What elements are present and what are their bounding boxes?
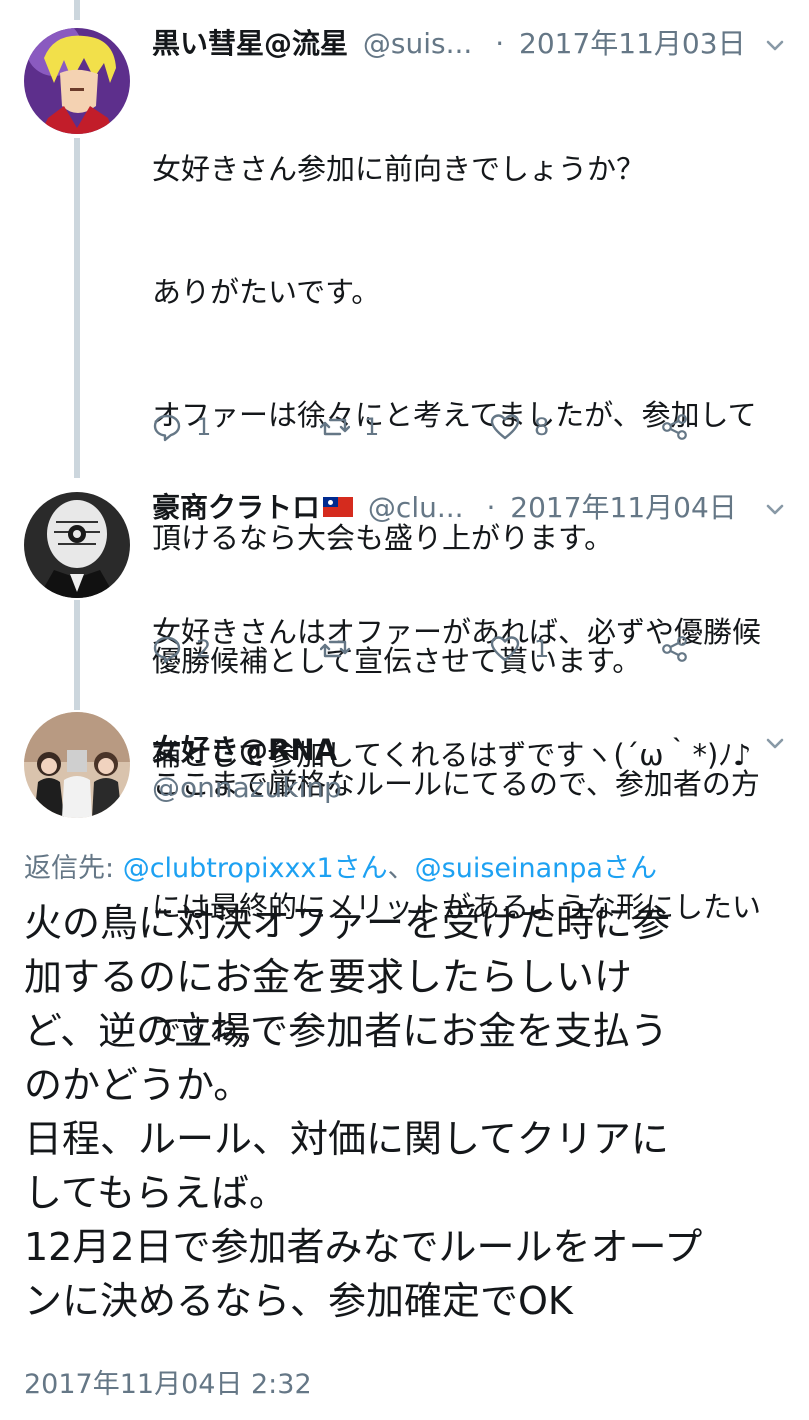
like-count: 8 xyxy=(534,413,550,441)
share-button[interactable] xyxy=(660,407,690,447)
author-name[interactable]: 豪商クラトロ xyxy=(152,491,320,524)
avatar-gousho-kuratoro[interactable] xyxy=(24,492,130,598)
tweet-date[interactable]: 2017年11月04日 xyxy=(510,491,737,524)
reply-count: 1 xyxy=(196,413,212,441)
chevron-down-icon[interactable] xyxy=(761,730,789,758)
tweet-actions: 2 1 xyxy=(152,629,712,669)
reply-icon xyxy=(153,636,181,664)
main-tweet-line: ど、逆の立場で参加者にお金を支払う xyxy=(24,1009,669,1053)
reply-to-line: 返信先: @clubtropixxx1さん、@suiseinanpaさん xyxy=(24,846,657,885)
author-handle[interactable]: @suis... xyxy=(363,27,472,60)
main-tweet-line: のかどうか。 xyxy=(24,1063,252,1107)
tweet-actions: 1 1 8 xyxy=(152,407,712,447)
tweet-line: ありがたいです。 xyxy=(152,275,381,309)
main-author-handle[interactable]: @onnazukinp xyxy=(152,771,342,804)
reply-button[interactable]: 2 xyxy=(152,629,211,669)
main-tweet-timestamp: 2017年11月04日 2:32 xyxy=(24,1369,312,1400)
like-button[interactable]: 1 xyxy=(490,629,549,669)
reply-count: 2 xyxy=(196,635,212,663)
main-tweet-line: ンに決めるなら、参加確定でOK xyxy=(24,1279,573,1323)
thread-line-1 xyxy=(74,138,80,478)
main-tweet-body: 火の鳥に対決オファーを受けた時に参 加するのにお金を要求したらしいけ ど、逆の立… xyxy=(24,896,804,1328)
taiwan-flag-icon xyxy=(323,497,354,517)
avatar-onnazuki[interactable] xyxy=(24,712,130,818)
reply-icon xyxy=(153,414,181,442)
reply-to-separator: 、 xyxy=(387,853,415,884)
heart-icon xyxy=(490,414,520,440)
author-handle[interactable]: @clu... xyxy=(368,491,464,524)
avatar-kuroi-suisei[interactable] xyxy=(24,28,130,134)
separator-dot: · xyxy=(486,491,496,524)
main-tweet-line: 12月2日で参加者みなでルールをオープ xyxy=(24,1225,703,1269)
author-name[interactable]: 黒い彗星@流星 xyxy=(152,27,348,60)
thread-line-top xyxy=(74,0,80,20)
reply-button[interactable]: 1 xyxy=(152,407,211,447)
retweet-icon xyxy=(320,640,350,658)
like-count: 1 xyxy=(534,635,550,663)
main-tweet-line: 加するのにお金を要求したらしいけ xyxy=(24,955,633,999)
tweet-line: 女好きさん参加に前向きでしょうか？ xyxy=(152,152,646,186)
mention-link[interactable]: @suiseinanpaさん xyxy=(415,853,657,884)
retweet-button[interactable] xyxy=(320,629,364,669)
share-icon xyxy=(662,636,687,662)
chevron-down-icon[interactable] xyxy=(761,32,789,60)
main-tweet-line: してもらえば。 xyxy=(24,1171,287,1215)
main-author-name[interactable]: 女好き@RNA xyxy=(152,727,337,769)
tweet-header: 黒い彗星@流星 @suis... · 2017年11月03日 xyxy=(152,22,746,66)
main-tweet-line: 日程、ルール、対価に関してクリアに xyxy=(24,1117,669,1161)
retweet-count: 1 xyxy=(364,413,380,441)
mention-link[interactable]: @clubtropixxx1さん xyxy=(123,853,388,884)
main-tweet-line: 火の鳥に対決オファーを受けた時に参 xyxy=(24,901,671,945)
tweet-date[interactable]: 2017年11月03日 xyxy=(519,27,746,60)
share-icon xyxy=(662,414,687,440)
tweet-header: 豪商クラトロ @clu... · 2017年11月04日 xyxy=(152,486,737,530)
retweet-icon xyxy=(320,418,350,436)
like-button[interactable]: 8 xyxy=(490,407,549,447)
share-button[interactable] xyxy=(660,629,690,669)
thread-line-2 xyxy=(74,600,80,710)
reply-to-prefix: 返信先: xyxy=(24,853,123,884)
chevron-down-icon[interactable] xyxy=(761,496,789,524)
retweet-button[interactable]: 1 xyxy=(320,407,379,447)
separator-dot: · xyxy=(495,27,505,60)
heart-icon xyxy=(490,636,520,662)
